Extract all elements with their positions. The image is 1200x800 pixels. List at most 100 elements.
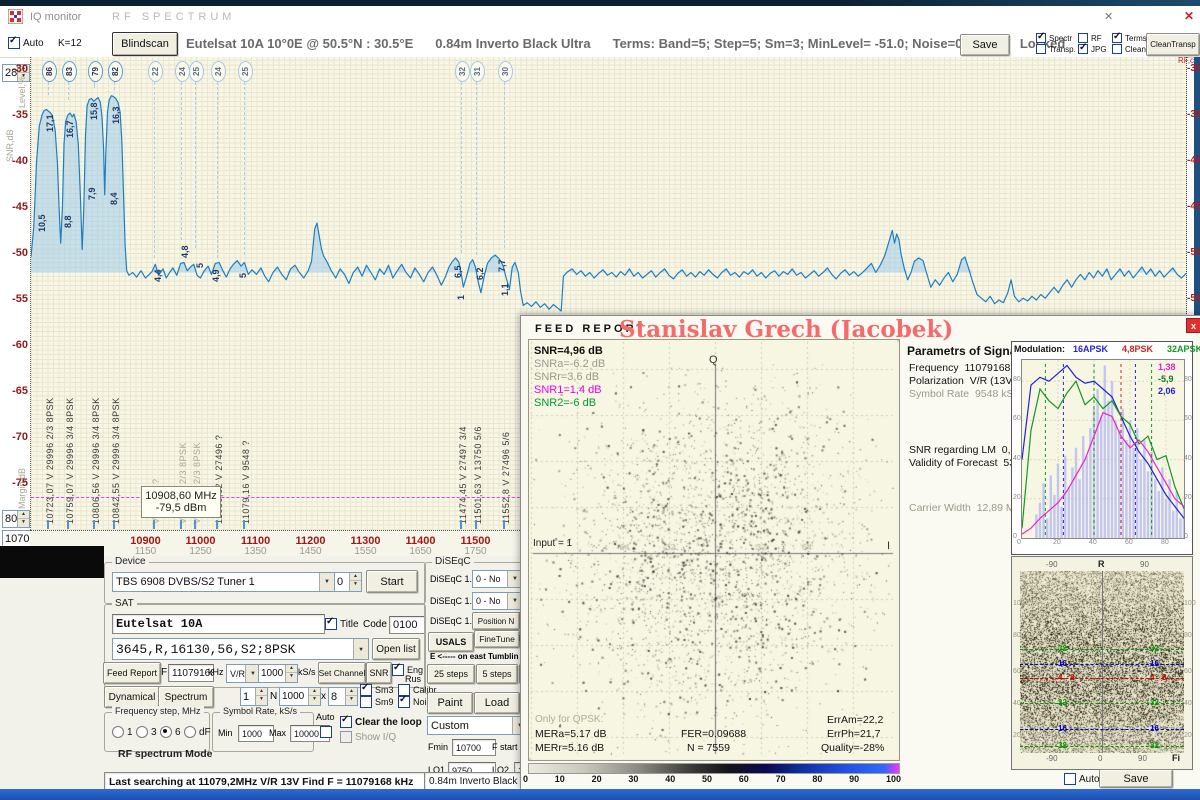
freq-step-radio-dF[interactable]: dF <box>184 726 211 738</box>
fmin-field[interactable]: 10700 <box>452 739 496 756</box>
snr-button[interactable]: SNR <box>366 662 392 684</box>
auto-sr-checkbox-box[interactable] <box>320 726 332 738</box>
feed-close-icon[interactable]: x <box>1186 318 1200 333</box>
sm9-checkbox-box[interactable] <box>360 696 372 708</box>
freq-step-radio-3[interactable]: 3 <box>136 726 157 738</box>
set-channel-button[interactable]: Set Channel <box>318 662 366 684</box>
phase-center-axis <box>1102 571 1103 753</box>
close-window-icon[interactable]: ✕ <box>1184 9 1194 23</box>
points-spinner[interactable]: 1000 <box>279 687 321 706</box>
paint-button[interactable]: Paint <box>427 692 473 714</box>
save-button[interactable]: Save <box>960 34 1010 56</box>
title-checkbox[interactable]: Title <box>325 618 359 630</box>
param-symbolrate: Symbol Rate 9548 kS/s <box>909 388 1022 400</box>
sm3-checkbox[interactable]: Sm3 <box>360 684 394 696</box>
tuner-index-arrows[interactable] <box>349 573 361 591</box>
auto-sr-checkbox[interactable] <box>320 726 332 738</box>
clear-loop-checkbox-box[interactable] <box>340 716 352 728</box>
cleantransp-button[interactable]: CleanTransp <box>1146 33 1200 56</box>
rus-label[interactable]: Rus <box>405 674 421 684</box>
diseqc11-select[interactable]: 0 - No <box>472 592 523 610</box>
lnb-preset-select[interactable]: Custom <box>427 716 528 735</box>
show-iq-checkbox-box[interactable] <box>340 731 352 743</box>
tuner-index-value[interactable]: 0 <box>335 573 349 591</box>
chevron-down-icon[interactable] <box>319 573 334 591</box>
load-button[interactable]: Load <box>474 692 520 714</box>
toolbar-checkbox-terms[interactable]: Terms <box>1112 33 1147 43</box>
show-iq-checkbox[interactable]: Show I/Q <box>340 731 396 743</box>
eng-checkbox-box[interactable] <box>392 664 404 676</box>
satellite-name-field[interactable]: Eutelsat 10A <box>112 614 325 634</box>
freq-step-radio-1[interactable]: 1 <box>112 726 133 738</box>
toolbar-checkbox-box[interactable] <box>1036 44 1046 54</box>
toolbar-checkbox-transp[interactable]: Transp. <box>1036 44 1076 54</box>
radio-circle[interactable] <box>160 726 172 738</box>
mult-spinner[interactable]: 8 <box>328 687 358 706</box>
chevron-down-icon[interactable] <box>353 639 368 659</box>
position-button[interactable]: Position N <box>472 612 520 630</box>
level-spinner-value[interactable]: 80 <box>3 511 17 527</box>
usals-button[interactable]: USALS <box>428 632 474 652</box>
sm9-checkbox[interactable]: Sm9 <box>360 696 394 708</box>
snr-annotation: 4,8 <box>180 245 190 258</box>
sm3-checkbox-box[interactable] <box>360 684 372 696</box>
code-field[interactable]: 0100 <box>389 616 425 634</box>
start-button[interactable]: Start <box>366 570 418 593</box>
toolbar-checkbox-box[interactable] <box>1112 33 1122 43</box>
tuner-index-spinner[interactable]: 0 <box>334 572 362 592</box>
level-spinner-arrows[interactable] <box>17 511 29 527</box>
points-spinner-value[interactable]: 1000 <box>280 688 308 705</box>
phase-save-button[interactable]: Save <box>1099 769 1173 788</box>
snr-annotation: 1,1 <box>500 283 510 296</box>
toolbar-checkbox-jpg[interactable]: JPG <box>1078 44 1107 54</box>
title-checkbox-box[interactable] <box>325 618 337 630</box>
avg-spinner-arrows[interactable] <box>255 688 267 705</box>
symbolrate-value[interactable]: 1000 <box>259 665 285 682</box>
transponder-tick <box>93 520 95 529</box>
avg-spinner[interactable]: 1 <box>240 687 268 706</box>
clear-loop-checkbox[interactable]: Clear the loop <box>340 716 422 728</box>
toolbar-checkbox-spectr[interactable]: Spectr <box>1036 33 1072 43</box>
toolbar-checkbox-box[interactable] <box>1036 33 1046 43</box>
points-spinner-arrows[interactable] <box>308 688 320 705</box>
steps5-button[interactable]: 5 steps <box>476 664 518 684</box>
spectrum-button[interactable]: Spectrum <box>158 686 214 708</box>
toolbar-checkbox-clean[interactable]: Clean <box>1112 44 1146 54</box>
tooltip-frequency: 10908,60 MHz <box>145 490 217 502</box>
polarization-select[interactable]: V/R <box>226 664 261 683</box>
radio-circle[interactable] <box>112 726 124 738</box>
radio-circle[interactable] <box>136 726 148 738</box>
snr-annotation: 8,8 <box>63 215 73 228</box>
symbolrate-arrows[interactable] <box>285 665 297 682</box>
phase-threshold-line <box>1020 729 1184 730</box>
steps25-button[interactable]: 25 steps <box>427 664 475 684</box>
background-window-edge <box>1194 57 1200 333</box>
channel-select-value: 3645,R,16130,56,S2;8PSK <box>116 642 295 657</box>
tuner-select[interactable]: TBS 6908 DVBS/S2 Tuner 1 <box>112 572 335 592</box>
snr-readout-line: SNR2=-6 dB <box>534 397 596 409</box>
snr-readout-line: SNRr=3,6 dB <box>534 371 599 383</box>
auto-checkbox-box[interactable] <box>8 37 20 49</box>
mult-spinner-value[interactable]: 8 <box>329 688 345 705</box>
mult-spinner-arrows[interactable] <box>345 688 357 705</box>
freq-step-radio-6[interactable]: 6 <box>160 726 181 738</box>
diseqc10-select[interactable]: 0 - No <box>472 570 523 588</box>
feed-report-button[interactable]: Feed Report <box>103 662 161 684</box>
radio-circle[interactable] <box>184 726 196 738</box>
symbolrate-spinner[interactable]: 1000 <box>258 664 298 683</box>
toolbar-checkbox-box[interactable] <box>1112 44 1122 54</box>
close-icon[interactable]: ✕ <box>1104 10 1113 23</box>
diseqc12-label: DiSEqC 1.2 <box>430 616 477 626</box>
auto-checkbox[interactable]: Auto <box>8 37 44 49</box>
finetune-button[interactable]: FineTune <box>474 630 520 648</box>
channel-select[interactable]: 3645,R,16130,56,S2;8PSK <box>112 638 369 660</box>
dynamical-button[interactable]: Dynamical <box>104 686 160 708</box>
phase-auto-checkbox-box[interactable] <box>1064 773 1076 785</box>
open-list-button[interactable]: Open list <box>372 638 420 660</box>
toolbar-checkbox-box[interactable] <box>1078 44 1088 54</box>
level-spinner[interactable]: 80 <box>2 510 30 528</box>
noise-checkbox-box[interactable] <box>398 696 410 708</box>
phase-auto-checkbox[interactable]: Auto <box>1064 773 1100 785</box>
avg-spinner-value[interactable]: 1 <box>241 688 255 705</box>
blindscan-button[interactable]: Blindscan <box>112 32 178 56</box>
